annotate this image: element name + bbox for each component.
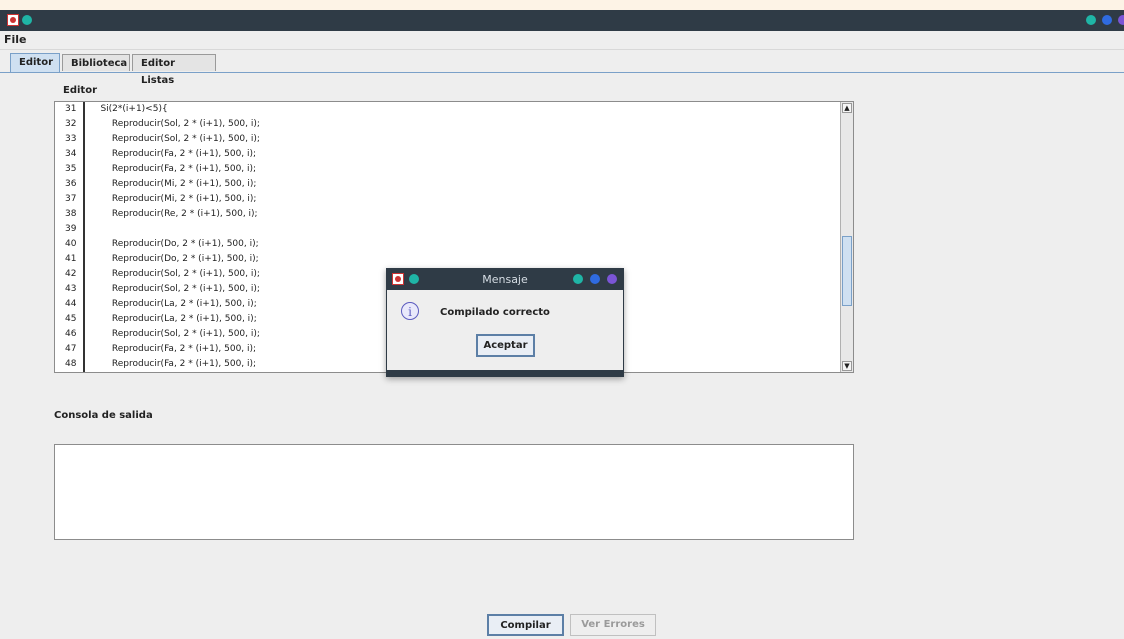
- code-line[interactable]: Reproducir(Sol, 2 * (i+1), 500, i);: [89, 283, 260, 295]
- line-number: 48: [65, 359, 77, 369]
- maximize-button[interactable]: [1102, 15, 1112, 25]
- line-number: 46: [65, 329, 77, 339]
- scroll-thumb[interactable]: [842, 236, 852, 306]
- tab-strip: Editor Biblioteca Editor Listas: [0, 52, 1124, 86]
- accept-button[interactable]: Aceptar: [476, 334, 535, 357]
- close-button[interactable]: [1118, 15, 1124, 25]
- code-line[interactable]: Reproducir(Do, 2 * (i+1), 500, i);: [89, 238, 259, 250]
- dialog-close-button[interactable]: [607, 274, 617, 284]
- line-number: 42: [65, 269, 77, 279]
- code-line[interactable]: Reproducir(La, 2 * (i+1), 500, i);: [89, 313, 257, 325]
- console-label: Consola de salida: [54, 410, 153, 421]
- tab-editor-listas[interactable]: Editor Listas: [132, 54, 216, 86]
- view-errors-button[interactable]: Ver Errores: [570, 614, 656, 636]
- menu-file[interactable]: File: [4, 33, 27, 46]
- window-titlebar: [0, 10, 1124, 31]
- output-console[interactable]: [54, 444, 854, 540]
- info-icon: i: [401, 302, 419, 320]
- menubar: File: [0, 31, 1124, 50]
- line-number: 44: [65, 299, 77, 309]
- compile-button[interactable]: Compilar: [487, 614, 564, 636]
- line-number: 45: [65, 314, 77, 324]
- line-number: 38: [65, 209, 77, 219]
- scroll-up-arrow-icon[interactable]: ▲: [842, 103, 852, 113]
- code-line[interactable]: Reproducir(Fa, 2 * (i+1), 500, i);: [89, 148, 256, 160]
- line-number: 35: [65, 164, 77, 174]
- tab-biblioteca[interactable]: Biblioteca: [62, 54, 130, 71]
- minimize-button[interactable]: [1086, 15, 1096, 25]
- line-number: 41: [65, 254, 77, 264]
- code-line[interactable]: Reproducir(Fa, 2 * (i+1), 500, i);: [89, 358, 256, 370]
- scroll-down-arrow-icon[interactable]: ▼: [842, 361, 852, 371]
- line-number: 37: [65, 194, 77, 204]
- line-number: 34: [65, 149, 77, 159]
- code-line[interactable]: Reproducir(Sol, 2 * (i+1), 500, i);: [89, 268, 260, 280]
- line-number: 39: [65, 224, 77, 234]
- code-line[interactable]: Reproducir(Fa, 2 * (i+1), 500, i);: [89, 163, 256, 175]
- line-number: 40: [65, 239, 77, 249]
- line-number: 47: [65, 344, 77, 354]
- dialog-bottom-border: [387, 370, 623, 376]
- line-number: 43: [65, 284, 77, 294]
- dialog-titlebar: Mensaje: [387, 269, 623, 290]
- code-line[interactable]: Reproducir(La, 2 * (i+1), 500, i);: [89, 298, 257, 310]
- code-line[interactable]: Reproducir(Mi, 2 * (i+1), 500, i);: [89, 193, 257, 205]
- window-menu-dot[interactable]: [22, 15, 32, 25]
- dialog-minimize-button[interactable]: [573, 274, 583, 284]
- editor-label: Editor: [63, 85, 97, 96]
- line-number: 33: [65, 134, 77, 144]
- code-line[interactable]: Reproducir(Sol, 2 * (i+1), 500, i);: [89, 133, 260, 145]
- editor-scrollbar[interactable]: ▲ ▼: [840, 102, 853, 372]
- line-number: 31: [65, 104, 77, 114]
- line-number: 36: [65, 179, 77, 189]
- code-line[interactable]: Reproducir(Do, 2 * (i+1), 500, i);: [89, 253, 259, 265]
- code-line[interactable]: Reproducir(Sol, 2 * (i+1), 500, i);: [89, 328, 260, 340]
- message-dialog: Mensaje i Compilado correcto Aceptar: [386, 268, 624, 377]
- line-number: 32: [65, 119, 77, 129]
- code-line[interactable]: Reproducir(Sol, 2 * (i+1), 500, i);: [89, 118, 260, 130]
- code-line[interactable]: Si(2*(i+1)<5){: [89, 103, 167, 115]
- code-line[interactable]: Reproducir(Mi, 2 * (i+1), 500, i);: [89, 178, 257, 190]
- dialog-message: Compilado correcto: [440, 307, 550, 318]
- dialog-maximize-button[interactable]: [590, 274, 600, 284]
- code-line[interactable]: Reproducir(Re, 2 * (i+1), 500, i);: [89, 208, 258, 220]
- code-line[interactable]: Reproducir(Fa, 2 * (i+1), 500, i);: [89, 343, 256, 355]
- dialog-title: Mensaje: [482, 273, 528, 286]
- java-app-icon: [7, 14, 19, 26]
- tab-editor[interactable]: Editor: [10, 53, 60, 72]
